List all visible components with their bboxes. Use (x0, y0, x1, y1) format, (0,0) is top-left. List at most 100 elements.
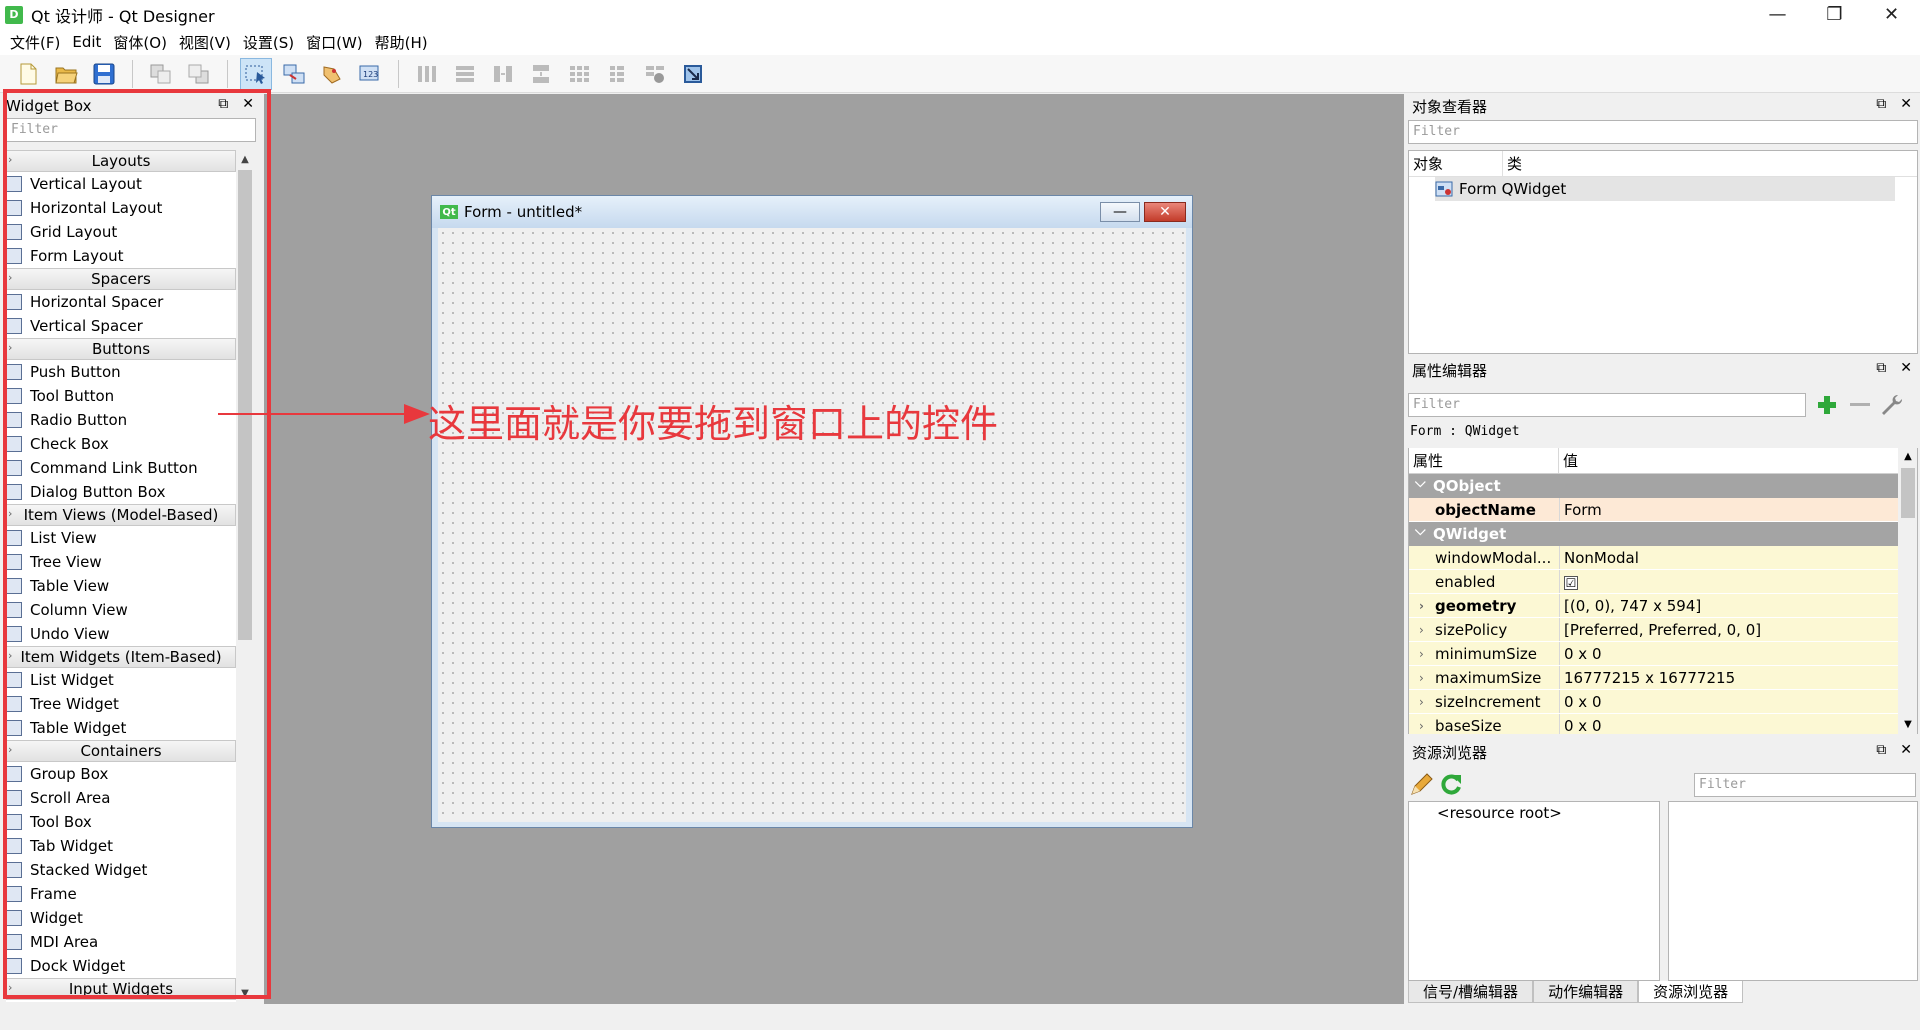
property-value[interactable]: [(0, 0), 747 x 594] (1559, 594, 1898, 617)
widget-list-item[interactable]: Radio Button (6, 408, 236, 432)
widget-list-item[interactable]: Tree Widget (6, 692, 236, 716)
resource-file-list[interactable] (1668, 801, 1918, 981)
menu-help[interactable]: 帮助(H) (369, 32, 434, 53)
widget-list-item[interactable]: Group Box (6, 762, 236, 786)
add-property-icon[interactable] (1814, 392, 1842, 418)
column-property[interactable]: 属性 (1409, 448, 1559, 473)
scrollbar-thumb[interactable] (1901, 468, 1915, 518)
expand-chevron-icon[interactable]: › (1419, 666, 1424, 689)
widget-list-item[interactable]: Form Layout (6, 244, 236, 268)
property-value[interactable]: NonModal (1559, 546, 1898, 569)
menu-file[interactable]: 文件(F) (4, 32, 66, 53)
property-filter-input[interactable]: Filter (1408, 393, 1806, 417)
layout-splitter-vertical-icon[interactable] (525, 58, 557, 90)
menu-window[interactable]: 窗口(W) (300, 32, 369, 53)
widget-category-header[interactable]: Buttons (6, 338, 236, 360)
close-button[interactable]: ✕ (1863, 0, 1920, 29)
column-object[interactable]: 对象 (1409, 151, 1503, 176)
widget-list-item[interactable]: Command Link Button (6, 456, 236, 480)
widget-category-header[interactable]: Spacers (6, 268, 236, 290)
widget-list-item[interactable]: Column View (6, 598, 236, 622)
property-value[interactable]: 0 x 0 (1559, 690, 1898, 713)
widget-list-item[interactable]: Scroll Area (6, 786, 236, 810)
dock-float-icon[interactable]: ⧉ (1876, 742, 1886, 758)
resource-root-item[interactable]: <resource root> (1409, 802, 1659, 822)
object-inspector-filter-input[interactable]: Filter (1408, 120, 1918, 144)
resource-filter-input[interactable]: Filter (1694, 773, 1916, 797)
layout-grid-icon[interactable] (563, 58, 595, 90)
property-value[interactable]: 16777215 x 16777215 (1559, 666, 1898, 689)
widget-list-item[interactable]: List Widget (6, 668, 236, 692)
dock-float-icon[interactable]: ⧉ (1876, 360, 1886, 376)
widget-list-item[interactable]: Vertical Spacer (6, 314, 236, 338)
menu-settings[interactable]: 设置(S) (237, 32, 300, 53)
property-row[interactable]: › baseSize 0 x 0 (1409, 714, 1898, 734)
widget-list-item[interactable]: Horizontal Spacer (6, 290, 236, 314)
property-row[interactable]: windowModal... NonModal (1409, 546, 1898, 570)
dock-float-icon[interactable]: ⧉ (218, 96, 228, 112)
expand-chevron-icon[interactable]: › (1419, 714, 1424, 734)
widget-list-item[interactable]: Table View (6, 574, 236, 598)
form-design-canvas[interactable] (438, 228, 1186, 822)
property-table-scrollbar[interactable]: ▲ ▼ (1898, 448, 1918, 734)
widget-list-item[interactable]: Horizontal Layout (6, 196, 236, 220)
dock-close-icon[interactable]: ✕ (1900, 96, 1912, 112)
widget-list-item[interactable]: Tab Widget (6, 834, 236, 858)
bring-to-front-icon[interactable] (183, 58, 215, 90)
new-file-icon[interactable] (12, 58, 44, 90)
break-layout-icon[interactable] (639, 58, 671, 90)
adjust-size-icon[interactable] (677, 58, 709, 90)
widget-list-item[interactable]: Stacked Widget (6, 858, 236, 882)
property-row[interactable]: › sizePolicy [Preferred, Preferred, 0, 0] (1409, 618, 1898, 642)
widget-list-item[interactable]: Tool Button (6, 384, 236, 408)
menu-edit[interactable]: Edit (66, 33, 107, 51)
property-row[interactable]: objectName Form (1409, 498, 1898, 522)
property-value[interactable]: 0 x 0 (1559, 642, 1898, 665)
object-tree-row[interactable]: Form QWidget (1435, 177, 1895, 201)
widget-list-item[interactable]: Push Button (6, 360, 236, 384)
column-value[interactable]: 值 (1559, 448, 1578, 473)
expand-chevron-icon[interactable]: › (1419, 690, 1424, 713)
widget-list-item[interactable]: Frame (6, 882, 236, 906)
dock-close-icon[interactable]: ✕ (242, 96, 254, 112)
widget-category-header[interactable]: Input Widgets (6, 978, 236, 1000)
configure-wrench-icon[interactable] (1878, 392, 1906, 418)
edit-widgets-icon[interactable] (240, 57, 272, 90)
menu-view[interactable]: 视图(V) (173, 32, 237, 53)
edit-resources-pencil-icon[interactable] (1408, 772, 1434, 798)
column-class[interactable]: 类 (1503, 151, 1522, 176)
minimize-button[interactable]: — (1749, 0, 1806, 29)
property-group-header[interactable]: QObject (1409, 471, 1898, 498)
property-value[interactable]: 0 x 0 (1559, 714, 1898, 734)
widget-category-header[interactable]: Containers (6, 740, 236, 762)
tab-signal-slot-editor[interactable]: 信号/槽编辑器 (1408, 981, 1534, 1003)
widget-list-item[interactable]: Tree View (6, 550, 236, 574)
tab-action-editor[interactable]: 动作编辑器 (1533, 981, 1639, 1003)
reload-icon[interactable] (1438, 772, 1464, 798)
scroll-up-icon[interactable]: ▲ (1898, 448, 1918, 466)
dock-close-icon[interactable]: ✕ (1900, 360, 1912, 376)
widget-list-item[interactable]: Dialog Button Box (6, 480, 236, 504)
widget-list-item[interactable]: List View (6, 526, 236, 550)
scroll-down-icon[interactable]: ▼ (236, 984, 254, 1002)
widget-list-item[interactable]: MDI Area (6, 930, 236, 954)
form-title-bar[interactable]: Qt Form - untitled* — ✕ (432, 196, 1192, 228)
widget-list-item[interactable]: Dock Widget (6, 954, 236, 978)
property-row[interactable]: › maximumSize 16777215 x 16777215 (1409, 666, 1898, 690)
widget-list-item[interactable]: Check Box (6, 432, 236, 456)
send-to-back-icon[interactable] (145, 58, 177, 90)
widget-category-header[interactable]: Item Widgets (Item-Based) (6, 646, 236, 668)
layout-horizontal-icon[interactable] (411, 58, 443, 90)
enabled-checkbox[interactable]: ☑ (1564, 575, 1578, 590)
widget-list-scrollbar[interactable]: ▲ ▼ (236, 150, 254, 1002)
expand-chevron-icon[interactable]: › (1419, 594, 1424, 617)
tab-resource-browser[interactable]: 资源浏览器 (1638, 981, 1744, 1003)
expand-chevron-icon[interactable]: › (1419, 618, 1424, 641)
layout-splitter-horizontal-icon[interactable] (487, 58, 519, 90)
remove-property-icon[interactable] (1846, 392, 1874, 418)
save-icon[interactable] (88, 58, 120, 90)
widget-box-filter-input[interactable]: Filter (6, 118, 256, 142)
widget-list-item[interactable]: Grid Layout (6, 220, 236, 244)
edit-signals-slots-icon[interactable] (278, 58, 310, 90)
layout-form-icon[interactable] (601, 58, 633, 90)
